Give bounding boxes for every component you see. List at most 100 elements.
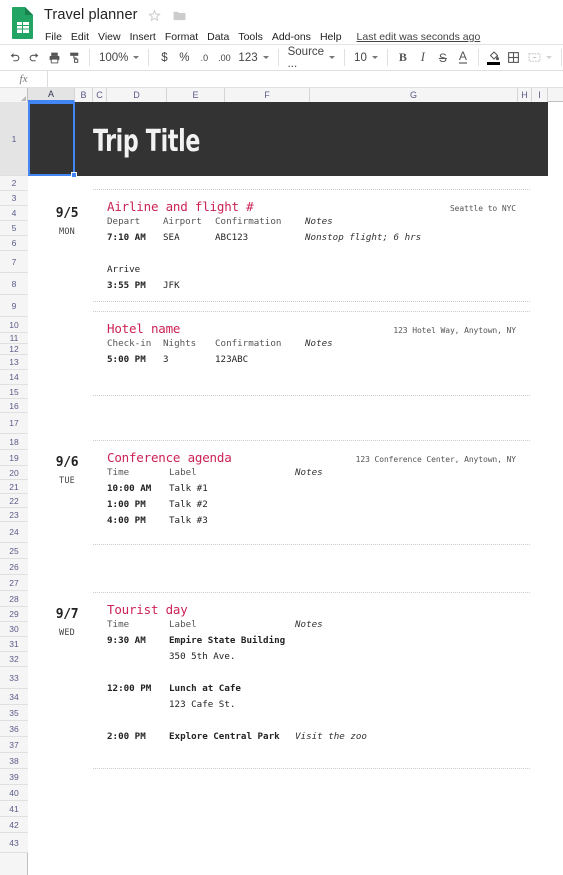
column-header-d[interactable]: D: [107, 88, 167, 102]
column-header-a[interactable]: A: [28, 88, 75, 102]
last-edit-status[interactable]: Last edit was seconds ago: [357, 31, 481, 43]
text-color-button[interactable]: A: [453, 47, 473, 68]
column-header-e[interactable]: E: [167, 88, 225, 102]
row-header-24[interactable]: 24: [0, 522, 28, 543]
column-header-b[interactable]: B: [75, 88, 93, 102]
increase-decimal-button[interactable]: .00: [214, 47, 234, 68]
row-header-14[interactable]: 14: [0, 370, 28, 385]
row-header-21[interactable]: 21: [0, 480, 28, 494]
decrease-decimal-button[interactable]: .0: [194, 47, 214, 68]
cell-notes: [295, 681, 516, 697]
row-header-11[interactable]: 11: [0, 333, 28, 344]
trip-title: Trip Title: [93, 124, 201, 159]
row-header-6[interactable]: 6: [0, 236, 28, 251]
row-header-37[interactable]: 37: [0, 737, 28, 753]
row-header-4[interactable]: 4: [0, 206, 28, 221]
row-header-30[interactable]: 30: [0, 622, 28, 637]
row-header-32[interactable]: 32: [0, 652, 28, 667]
row-header-20[interactable]: 20: [0, 466, 28, 480]
row-header-18[interactable]: 18: [0, 434, 28, 450]
document-title[interactable]: Travel planner: [44, 7, 138, 23]
row-header-29[interactable]: 29: [0, 607, 28, 622]
card-header: Conference agenda 123 Conference Center, …: [93, 441, 530, 465]
row-header-22[interactable]: 22: [0, 494, 28, 508]
column-header-i[interactable]: I: [532, 88, 548, 102]
row-header-8[interactable]: 8: [0, 273, 28, 295]
font-size-control[interactable]: 10: [350, 48, 382, 68]
row-header-7[interactable]: 7: [0, 251, 28, 273]
menu-data[interactable]: Data: [203, 30, 234, 44]
row-header-9[interactable]: 9: [0, 295, 28, 317]
star-icon[interactable]: [147, 7, 163, 23]
row-header-15[interactable]: 15: [0, 385, 28, 399]
borders-icon[interactable]: [504, 47, 524, 68]
row-header-36[interactable]: 36: [0, 721, 28, 737]
row-header-10[interactable]: 10: [0, 317, 28, 333]
menu-edit[interactable]: Edit: [67, 30, 94, 44]
redo-icon[interactable]: [24, 47, 44, 68]
row-header-5[interactable]: 5: [0, 221, 28, 236]
row-header-27[interactable]: 27: [0, 575, 28, 591]
row-header-19[interactable]: 19: [0, 450, 28, 466]
row-header-40[interactable]: 40: [0, 785, 28, 801]
cell-notes: [295, 697, 516, 713]
percent-format-button[interactable]: %: [174, 47, 194, 68]
row-header-31[interactable]: 31: [0, 637, 28, 652]
select-all-corner[interactable]: [0, 88, 28, 102]
row-header-38[interactable]: 38: [0, 753, 28, 769]
selection-fill-handle[interactable]: [71, 172, 77, 178]
menu-format[interactable]: Format: [161, 30, 203, 44]
row-header-39[interactable]: 39: [0, 769, 28, 785]
column-label-notes: Notes: [305, 216, 333, 227]
row-header-23[interactable]: 23: [0, 508, 28, 522]
column-header-c[interactable]: C: [93, 88, 107, 102]
bold-button[interactable]: B: [393, 47, 413, 68]
font-family-control[interactable]: Source ...: [284, 46, 339, 70]
row-header-3[interactable]: 3: [0, 191, 28, 206]
column-header-g[interactable]: G: [310, 88, 518, 102]
paint-format-icon[interactable]: [64, 47, 84, 68]
row-header-1[interactable]: 1: [0, 102, 28, 176]
folder-icon[interactable]: [172, 7, 188, 23]
menu-insert[interactable]: Insert: [126, 30, 161, 44]
fill-color-icon[interactable]: [484, 47, 504, 68]
row-header-25[interactable]: 25: [0, 543, 28, 559]
formula-input[interactable]: [47, 71, 563, 87]
row-header-26[interactable]: 26: [0, 559, 28, 575]
cell-label: [163, 262, 215, 278]
row-header-42[interactable]: 42: [0, 817, 28, 833]
undo-icon[interactable]: [4, 47, 24, 68]
row-header-41[interactable]: 41: [0, 801, 28, 817]
day-of-week: TUE: [59, 476, 75, 486]
row-header-17[interactable]: 17: [0, 413, 28, 434]
menu-tools[interactable]: Tools: [234, 30, 268, 44]
print-icon[interactable]: [44, 47, 64, 68]
strikethrough-button[interactable]: S: [433, 47, 453, 68]
column-header-h[interactable]: H: [518, 88, 532, 102]
sheet-cells[interactable]: Trip Title Travelers Person 1 Person 2 D…: [28, 102, 563, 875]
cell-label: 350 5th Ave.: [169, 651, 236, 662]
menu-view[interactable]: View: [94, 30, 126, 44]
row-header-12[interactable]: 12: [0, 344, 28, 355]
table-row: 4:00 PM Talk #3: [107, 513, 516, 529]
row-header-2[interactable]: 2: [0, 176, 28, 191]
row-header-35[interactable]: 35: [0, 705, 28, 721]
table-row: Arrive: [107, 262, 516, 278]
row-header-43[interactable]: 43: [0, 833, 28, 853]
menu-file[interactable]: File: [44, 30, 67, 44]
table-row: 2:00 PM Explore Central Park Visit the zoo: [107, 729, 516, 745]
row-header-16[interactable]: 16: [0, 399, 28, 413]
italic-button[interactable]: I: [413, 47, 433, 68]
currency-format-button[interactable]: $: [154, 47, 174, 68]
row-header-13[interactable]: 13: [0, 355, 28, 370]
zoom-control[interactable]: 100%: [95, 48, 143, 68]
row-header-33[interactable]: 33: [0, 667, 28, 689]
column-header-f[interactable]: F: [225, 88, 310, 102]
menu-add-ons[interactable]: Add-ons: [268, 30, 316, 44]
menu-help[interactable]: Help: [316, 30, 347, 44]
merge-cells-control[interactable]: [524, 48, 556, 68]
more-formats-control[interactable]: 123: [234, 48, 272, 68]
row-header-28[interactable]: 28: [0, 591, 28, 607]
function-icon[interactable]: fx: [0, 73, 47, 85]
row-header-34[interactable]: 34: [0, 689, 28, 705]
